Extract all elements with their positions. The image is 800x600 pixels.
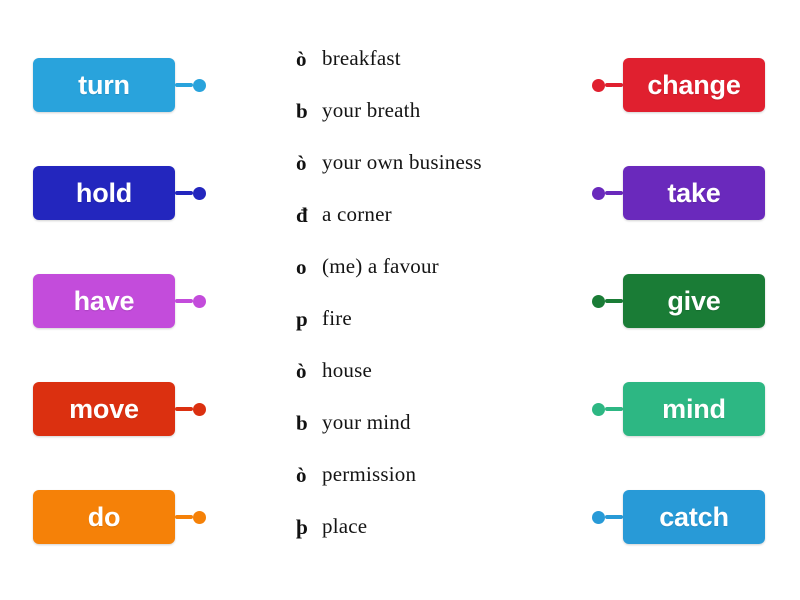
list-item[interactable]: p fire: [296, 308, 556, 360]
tile-change[interactable]: change: [623, 58, 765, 112]
phrase-list: ò breakfast b your breath ò your own bus…: [296, 48, 556, 568]
phrase-text: fire: [322, 306, 352, 330]
tile-label: have: [73, 285, 135, 316]
connector-line: [175, 299, 193, 303]
connector-dot[interactable]: [193, 294, 206, 308]
connector-dot[interactable]: [592, 402, 605, 416]
circle-bullet-icon: b: [296, 411, 308, 435]
circle-bullet-icon: ò: [296, 359, 307, 383]
circle-bullet-icon: o: [296, 255, 307, 279]
connector-line: [605, 299, 623, 303]
phrase-text: your breath: [322, 98, 421, 122]
connector-line: [175, 83, 193, 87]
connector-dot[interactable]: [193, 510, 206, 524]
connector-left-1[interactable]: [175, 166, 206, 220]
tile-label: give: [667, 285, 721, 316]
tile-label: do: [87, 501, 121, 532]
match-tile-left-0[interactable]: turn: [33, 58, 206, 112]
match-tile-right-0[interactable]: change: [592, 58, 765, 112]
phrase-text: breakfast: [322, 46, 401, 70]
tile-label: turn: [78, 69, 130, 100]
connector-dot[interactable]: [193, 78, 206, 92]
phrase-text: permission: [322, 462, 417, 486]
connector-line: [605, 515, 623, 519]
tile-catch[interactable]: catch: [623, 490, 765, 544]
circle-bullet-icon: ò: [296, 463, 307, 487]
tile-label: hold: [75, 177, 133, 208]
tile-mind[interactable]: mind: [623, 382, 765, 436]
connector-dot[interactable]: [592, 78, 605, 92]
tile-turn[interactable]: turn: [33, 58, 175, 112]
match-tile-left-3[interactable]: move: [33, 382, 206, 436]
circle-bullet-icon: b: [296, 99, 308, 123]
circle-bullet-icon: đ: [296, 203, 308, 227]
tile-label: take: [667, 177, 721, 208]
phrase-text: (me) a favour: [322, 254, 439, 278]
list-item[interactable]: ò permission: [296, 464, 556, 516]
match-tile-left-2[interactable]: have: [33, 274, 206, 328]
phrase-text: your mind: [322, 410, 411, 434]
phrase-text: a corner: [322, 202, 392, 226]
connector-left-4[interactable]: [175, 490, 206, 544]
list-item[interactable]: ò breakfast: [296, 48, 556, 100]
match-up-board: turn hold have move do ò breakfast b you…: [0, 0, 800, 600]
tile-give[interactable]: give: [623, 274, 765, 328]
match-tile-left-4[interactable]: do: [33, 490, 206, 544]
circle-bullet-icon: p: [296, 307, 308, 331]
tile-do[interactable]: do: [33, 490, 175, 544]
connector-dot[interactable]: [193, 402, 206, 416]
tile-label: mind: [662, 393, 726, 424]
tile-label: catch: [659, 501, 729, 532]
circle-bullet-icon: ò: [296, 47, 307, 71]
list-item[interactable]: þ place: [296, 516, 556, 568]
connector-left-3[interactable]: [175, 382, 206, 436]
phrase-text: house: [322, 358, 372, 382]
connector-dot[interactable]: [592, 294, 605, 308]
tile-have[interactable]: have: [33, 274, 175, 328]
list-item[interactable]: ò house: [296, 360, 556, 412]
tile-label: change: [647, 69, 741, 100]
connector-dot[interactable]: [193, 186, 206, 200]
list-item[interactable]: b your breath: [296, 100, 556, 152]
circle-bullet-icon: ò: [296, 151, 307, 175]
connector-dot[interactable]: [592, 510, 605, 524]
list-item[interactable]: đ a corner: [296, 204, 556, 256]
tile-take[interactable]: take: [623, 166, 765, 220]
phrase-text: your own business: [322, 150, 482, 174]
connector-left-2[interactable]: [175, 274, 206, 328]
connector-line: [175, 191, 193, 195]
match-tile-right-4[interactable]: catch: [592, 490, 765, 544]
connector-line: [605, 83, 623, 87]
tile-label: move: [69, 393, 139, 424]
list-item[interactable]: b your mind: [296, 412, 556, 464]
match-tile-right-1[interactable]: take: [592, 166, 765, 220]
list-item[interactable]: ò your own business: [296, 152, 556, 204]
connector-dot[interactable]: [592, 186, 605, 200]
connector-right-4[interactable]: [592, 490, 623, 544]
phrase-text: place: [322, 514, 368, 538]
connector-line: [605, 407, 623, 411]
match-tile-right-2[interactable]: give: [592, 274, 765, 328]
match-tile-left-1[interactable]: hold: [33, 166, 206, 220]
connector-left-0[interactable]: [175, 58, 206, 112]
connector-right-0[interactable]: [592, 58, 623, 112]
list-item[interactable]: o (me) a favour: [296, 256, 556, 308]
connector-right-2[interactable]: [592, 274, 623, 328]
connector-right-3[interactable]: [592, 382, 623, 436]
match-tile-right-3[interactable]: mind: [592, 382, 765, 436]
connector-right-1[interactable]: [592, 166, 623, 220]
connector-line: [175, 515, 193, 519]
connector-line: [605, 191, 623, 195]
connector-line: [175, 407, 193, 411]
circle-bullet-icon: þ: [296, 515, 308, 539]
tile-move[interactable]: move: [33, 382, 175, 436]
tile-hold[interactable]: hold: [33, 166, 175, 220]
